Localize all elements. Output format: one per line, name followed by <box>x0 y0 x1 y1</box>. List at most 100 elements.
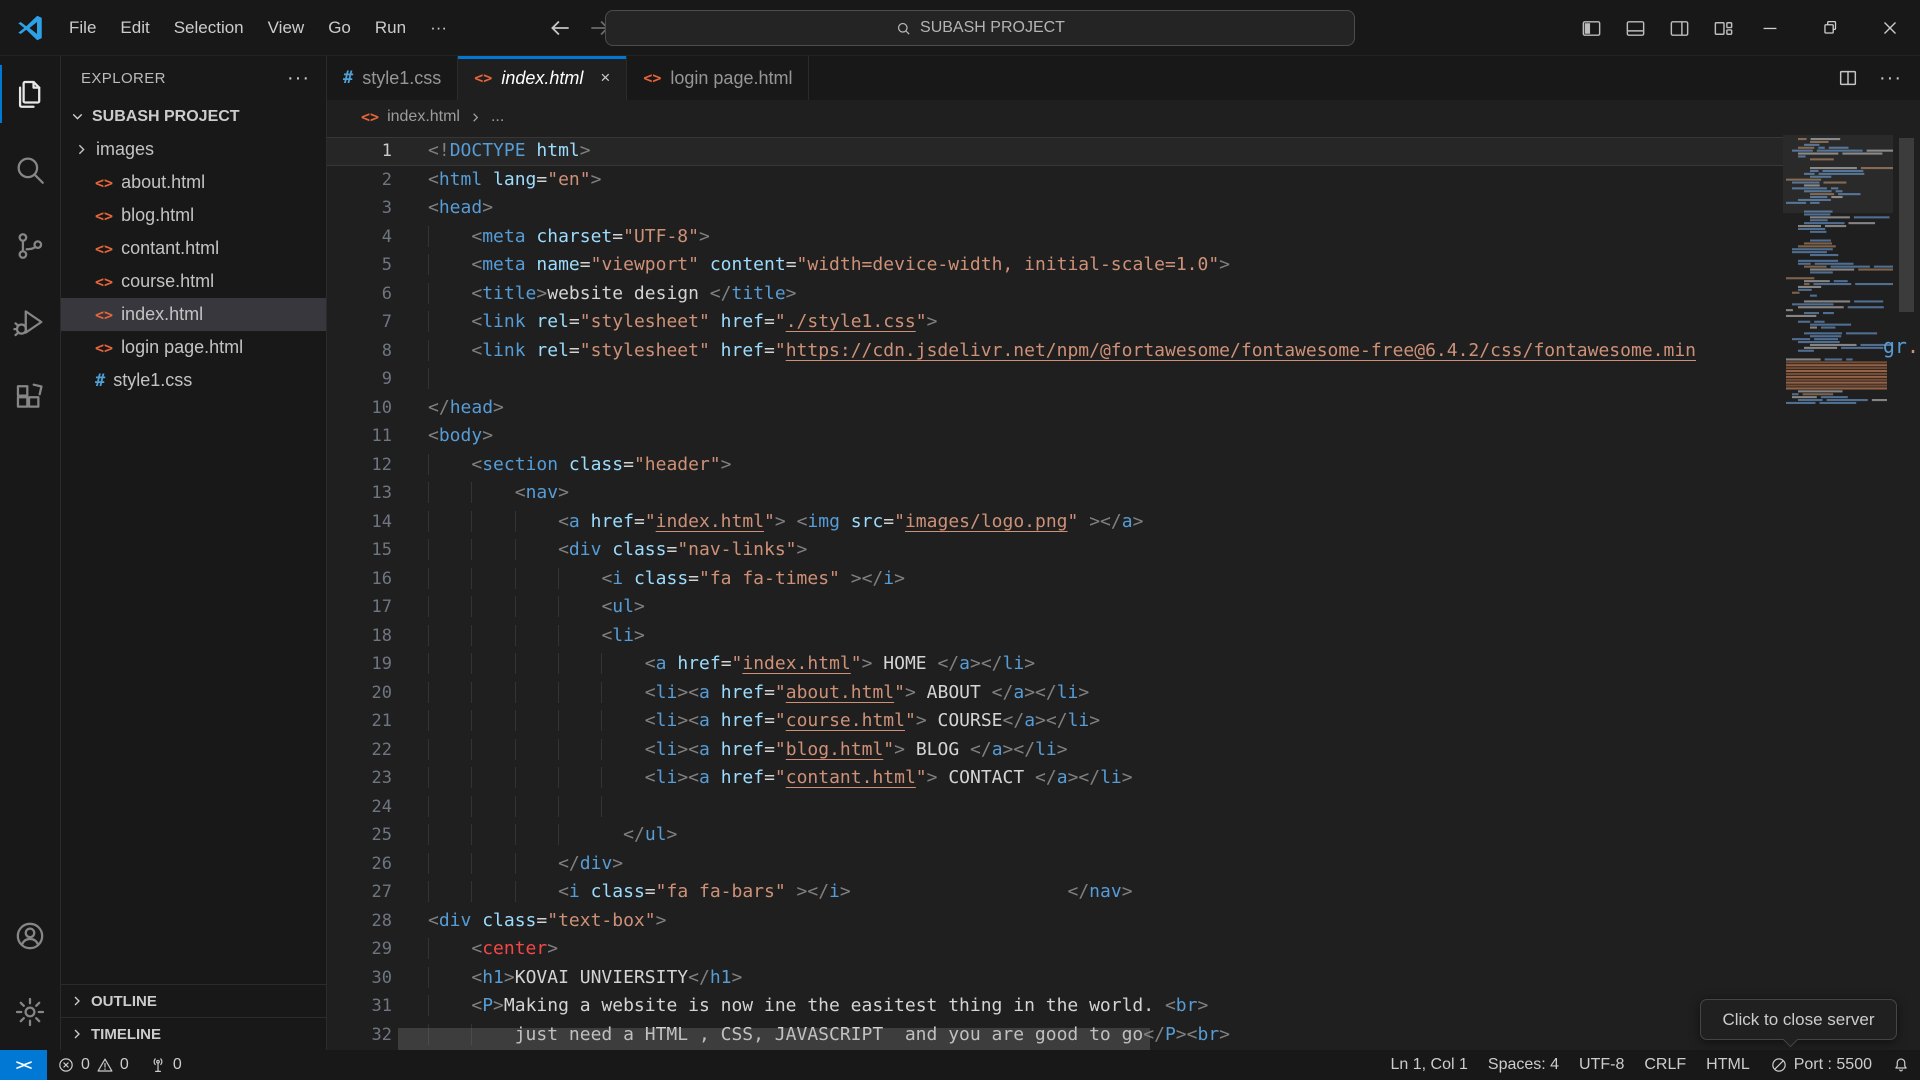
code-line-11[interactable]: 11<body> <box>327 422 1783 451</box>
vertical-scrollbar[interactable] <box>1893 134 1920 1050</box>
status-crlf[interactable]: CRLF <box>1634 1050 1696 1080</box>
line-number: 29 <box>327 935 392 964</box>
file-about.html[interactable]: <>about.html <box>61 166 326 199</box>
editor-more-actions[interactable]: ··· <box>1879 67 1902 90</box>
code-line-9[interactable]: 9 <box>327 365 1783 394</box>
tab-login-page.html[interactable]: <>login page.html <box>627 56 809 100</box>
vscode-logo-icon <box>15 13 45 43</box>
menu-file[interactable]: File <box>57 10 108 46</box>
code-line-13[interactable]: 13 <nav> <box>327 479 1783 508</box>
code-line-22[interactable]: 22 <li><a href="blog.html"> BLOG </a></l… <box>327 736 1783 765</box>
explorer-actions-icon[interactable]: ··· <box>287 67 310 90</box>
breadcrumb[interactable]: <> index.html ... <box>327 100 1920 134</box>
minimap-slider[interactable] <box>1783 135 1893 213</box>
section-timeline[interactable]: TIMELINE <box>61 1017 326 1050</box>
section-outline[interactable]: OUTLINE <box>61 984 326 1017</box>
menu-view[interactable]: View <box>256 10 317 46</box>
menu-overflow[interactable]: ··· <box>418 10 459 46</box>
html-file-icon: <> <box>361 108 379 126</box>
code-line-27[interactable]: 27 <i class="fa fa-bars" ></i> </nav> <box>327 878 1783 907</box>
code-line-28[interactable]: 28<div class="text-box"> <box>327 907 1783 936</box>
code-line-3[interactable]: 3<head> <box>327 194 1783 223</box>
minimize-button[interactable] <box>1740 0 1800 56</box>
code-line-23[interactable]: 23 <li><a href="contant.html"> CONTACT <… <box>327 764 1783 793</box>
code-line-21[interactable]: 21 <li><a href="course.html"> COURSE</a>… <box>327 707 1783 736</box>
file-contant.html[interactable]: <>contant.html <box>61 232 326 265</box>
menu-run[interactable]: Run <box>363 10 418 46</box>
activity-account[interactable] <box>0 898 60 974</box>
code-line-1[interactable]: 1<!DOCTYPE html> <box>327 137 1783 166</box>
file-blog.html[interactable]: <>blog.html <box>61 199 326 232</box>
code-line-14[interactable]: 14 <a href="index.html"> <img src="image… <box>327 508 1783 537</box>
file-label: about.html <box>121 172 205 193</box>
file-images[interactable]: images <box>61 133 326 166</box>
toggle-panel-icon[interactable] <box>1624 17 1647 40</box>
code-line-8[interactable]: 8 <link rel="stylesheet" href="https://c… <box>327 337 1783 366</box>
activity-run-debug[interactable] <box>0 284 60 360</box>
code-line-2[interactable]: 2<html lang="en"> <box>327 166 1783 195</box>
restore-icon <box>1819 17 1841 39</box>
status-utf-8[interactable]: UTF-8 <box>1569 1050 1634 1080</box>
minimap[interactable] <box>1783 134 1893 1050</box>
vertical-scrollbar-slider[interactable] <box>1899 138 1914 312</box>
file-index.html[interactable]: <>index.html <box>61 298 326 331</box>
file-style1.css[interactable]: #style1.css <box>61 364 326 397</box>
code-line-4[interactable]: 4 <meta charset="UTF-8"> <box>327 223 1783 252</box>
code-line-6[interactable]: 6 <title>website design </title> <box>327 280 1783 309</box>
horizontal-scrollbar-slider[interactable] <box>398 1028 1150 1050</box>
status-ln-1-col-1[interactable]: Ln 1, Col 1 <box>1381 1050 1478 1080</box>
tab-index.html[interactable]: <>index.html× <box>458 56 627 100</box>
ports-indicator[interactable]: 0 <box>139 1050 192 1080</box>
close-tab-icon[interactable]: × <box>600 68 610 88</box>
menu-edit[interactable]: Edit <box>108 10 161 46</box>
code-line-26[interactable]: 26 </div> <box>327 850 1783 879</box>
code-line-30[interactable]: 30 <h1>KOVAI UNVIERSITY</h1> <box>327 964 1783 993</box>
menu-selection[interactable]: Selection <box>162 10 256 46</box>
workspace-root-folder[interactable]: SUBASH PROJECT <box>61 100 326 133</box>
toggle-sidebar-icon[interactable] <box>1580 17 1603 40</box>
line-content: <div class="nav-links"> <box>428 536 807 565</box>
status-bell[interactable] <box>1882 1050 1920 1080</box>
line-content: <div class="text-box"> <box>428 907 666 936</box>
back-arrow-icon[interactable] <box>547 15 573 41</box>
toggle-secondary-sidebar-icon[interactable] <box>1668 17 1691 40</box>
code-line-12[interactable]: 12 <section class="header"> <box>327 451 1783 480</box>
customize-layout-icon[interactable] <box>1712 17 1735 40</box>
code-line-19[interactable]: 19 <a href="index.html"> HOME </a></li> <box>327 650 1783 679</box>
command-center-search[interactable]: SUBASH PROJECT <box>605 10 1355 46</box>
problems-indicator[interactable]: 0 0 <box>47 1050 139 1080</box>
code-line-25[interactable]: 25 </ul> <box>327 821 1783 850</box>
code-line-15[interactable]: 15 <div class="nav-links"> <box>327 536 1783 565</box>
remote-indicator[interactable]: >< <box>0 1050 47 1080</box>
code-line-20[interactable]: 20 <li><a href="about.html"> ABOUT </a><… <box>327 679 1783 708</box>
code-line-31[interactable]: 31 <P>Making a website is now ine the ea… <box>327 992 1783 1021</box>
restore-button[interactable] <box>1800 0 1860 56</box>
code-line-10[interactable]: 10</head> <box>327 394 1783 423</box>
line-number: 26 <box>327 850 392 879</box>
title-bar: FileEditSelectionViewGoRun··· SUBASH PRO… <box>0 0 1920 56</box>
menu-go[interactable]: Go <box>316 10 363 46</box>
status-spaces-4[interactable]: Spaces: 4 <box>1478 1050 1569 1080</box>
activity-search[interactable] <box>0 132 60 208</box>
code-line-5[interactable]: 5 <meta name="viewport" content="width=d… <box>327 251 1783 280</box>
tab-style1.css[interactable]: #style1.css <box>327 56 458 100</box>
activity-explorer[interactable] <box>0 56 60 132</box>
code-line-7[interactable]: 7 <link rel="stylesheet" href="./style1.… <box>327 308 1783 337</box>
activity-extensions[interactable] <box>0 360 60 436</box>
code-line-29[interactable]: 29 <center> <box>327 935 1783 964</box>
prohibited-icon <box>1770 1056 1788 1074</box>
code-line-24[interactable]: 24 <box>327 793 1783 822</box>
split-editor-button[interactable] <box>1837 67 1859 89</box>
status-label: UTF-8 <box>1579 1056 1624 1074</box>
code-line-16[interactable]: 16 <i class="fa fa-times" ></i> <box>327 565 1783 594</box>
file-login-page.html[interactable]: <>login page.html <box>61 331 326 364</box>
file-course.html[interactable]: <>course.html <box>61 265 326 298</box>
code-line-17[interactable]: 17 <ul> <box>327 593 1783 622</box>
activity-settings[interactable] <box>0 974 60 1050</box>
status-port-5500[interactable]: Port : 5500 <box>1760 1050 1882 1080</box>
close-button[interactable] <box>1860 0 1920 56</box>
code-editor[interactable]: 1<!DOCTYPE html>2<html lang="en">3<head>… <box>327 134 1920 1050</box>
activity-source-control[interactable] <box>0 208 60 284</box>
status-html[interactable]: HTML <box>1696 1050 1760 1080</box>
code-line-18[interactable]: 18 <li> <box>327 622 1783 651</box>
